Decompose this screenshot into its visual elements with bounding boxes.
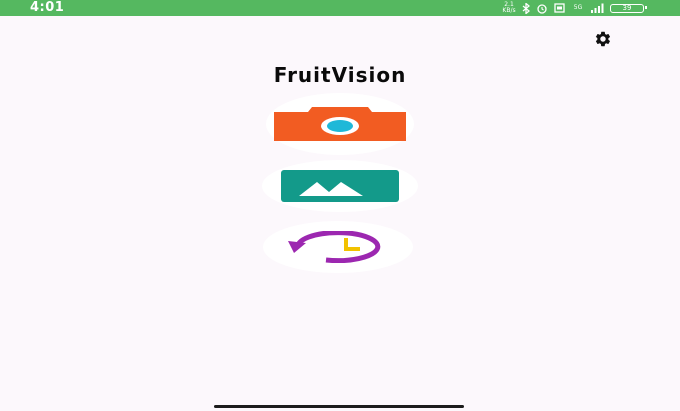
notification-icon bbox=[554, 3, 565, 13]
bluetooth-icon bbox=[522, 2, 530, 14]
gallery-icon bbox=[281, 170, 399, 202]
history-icon bbox=[288, 231, 381, 263]
signal-type: 5G bbox=[573, 4, 583, 11]
gear-icon bbox=[595, 31, 611, 47]
camera-button[interactable] bbox=[266, 93, 414, 155]
status-time: 4:01 bbox=[30, 0, 65, 15]
status-bar: 4:01 2.1 KB/s 5G 39 bbox=[0, 0, 680, 16]
alarm-icon bbox=[537, 3, 547, 14]
battery-level: 39 bbox=[622, 3, 632, 12]
gallery-button[interactable] bbox=[262, 160, 418, 212]
home-indicator[interactable] bbox=[214, 405, 464, 408]
signal-icon bbox=[591, 3, 604, 13]
network-speed: 2.1 KB/s bbox=[502, 1, 516, 14]
camera-icon bbox=[274, 107, 406, 141]
battery-icon: 39 bbox=[610, 3, 647, 13]
status-icons: 2.1 KB/s 5G 39 bbox=[502, 0, 647, 16]
history-button[interactable] bbox=[263, 221, 413, 273]
settings-button[interactable] bbox=[594, 30, 612, 48]
app-title: FruitVision bbox=[273, 63, 407, 87]
